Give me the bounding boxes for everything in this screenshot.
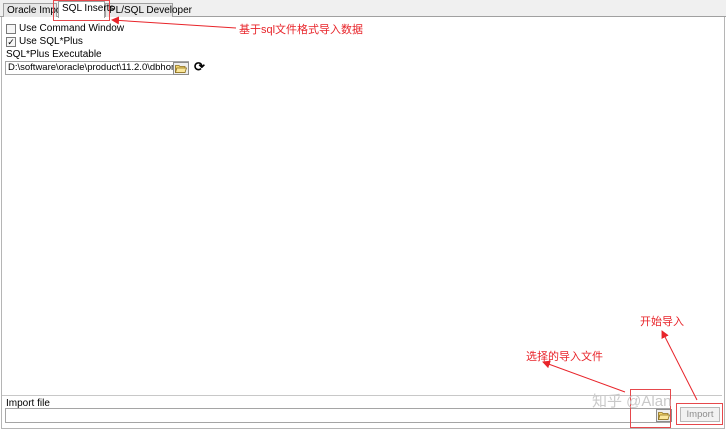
tab-sql-inserts[interactable]: SQL Inserts [58,1,114,18]
annotation-arrows [111,16,698,401]
watermark: 知乎 @Alan [592,393,672,410]
tab-label: SQL Inserts [62,3,115,14]
annotation-file-note: 选择的导入文件 [526,351,603,363]
annotation-tab-note: 基于sql文件格式导入数据 [239,24,364,36]
annotation-import-note: 开始导入 [640,316,684,328]
